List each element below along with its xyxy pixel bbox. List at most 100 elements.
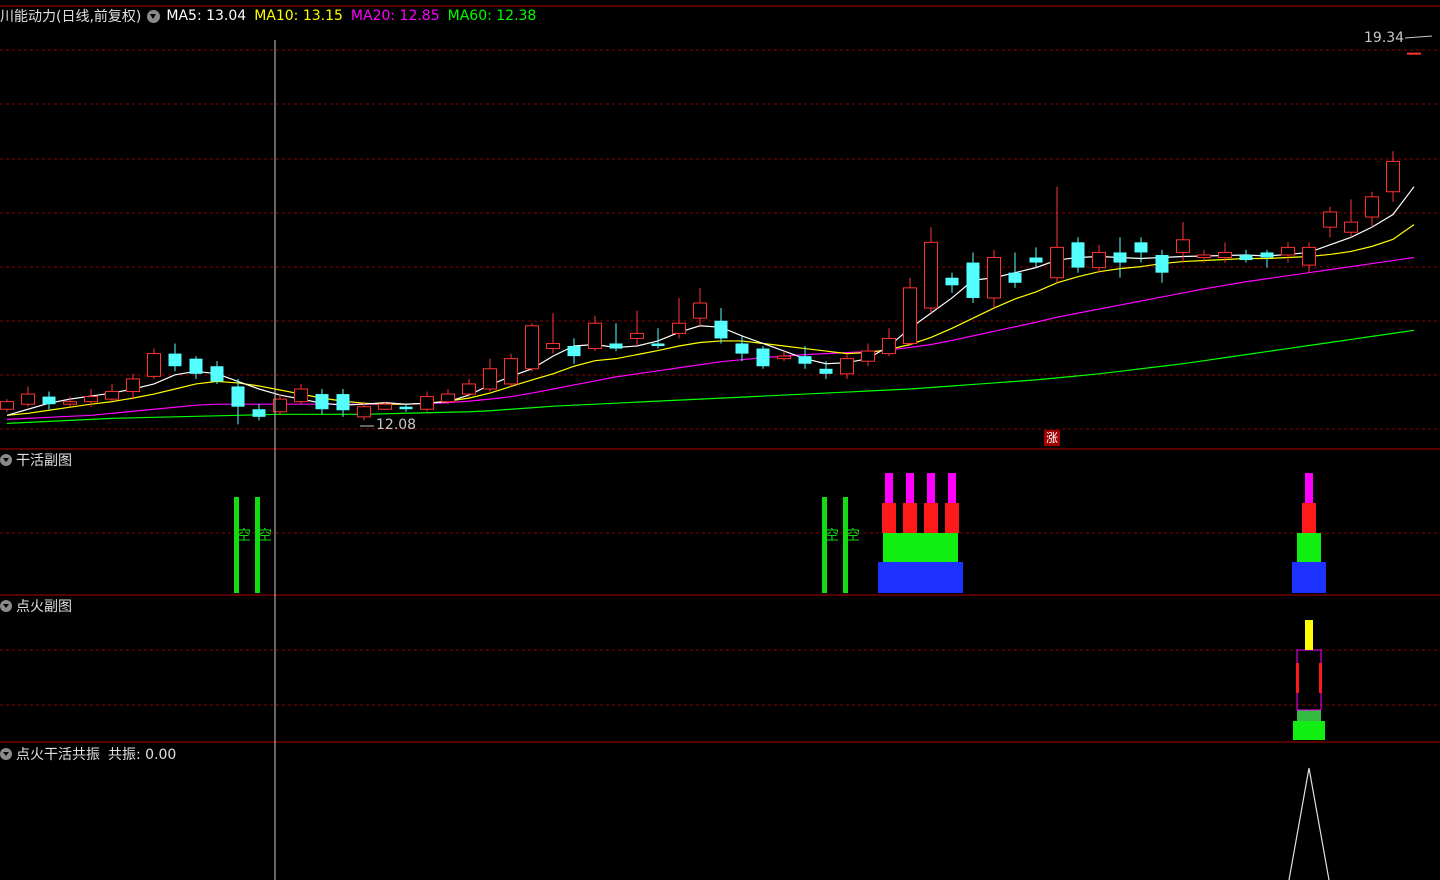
candle-body xyxy=(861,350,875,362)
stack-green xyxy=(883,533,958,562)
dropdown-icon[interactable] xyxy=(0,454,12,466)
candle-body xyxy=(1281,246,1295,256)
candle-body xyxy=(1344,221,1358,233)
candle-body xyxy=(231,386,245,407)
candle-body xyxy=(462,383,476,395)
candle-body xyxy=(1197,254,1211,258)
ignite-yellow xyxy=(1305,620,1313,650)
stock-name: 川能动力(日线,前复权) xyxy=(0,9,142,25)
stack-magenta xyxy=(948,473,956,503)
candle-body xyxy=(294,388,308,403)
ma20-label: MA20: 12.85 xyxy=(350,8,440,24)
green-bar-label: 空 xyxy=(237,528,251,544)
ignite-outline xyxy=(1296,649,1322,711)
candle-body xyxy=(714,320,728,339)
ignite-red-right xyxy=(1319,663,1322,693)
stack-blue xyxy=(878,562,963,593)
resonance-spike xyxy=(1288,767,1330,880)
candle-body xyxy=(420,396,434,410)
dropdown-icon[interactable] xyxy=(147,9,161,23)
candle-body xyxy=(1260,252,1274,258)
zhang-badge: 涨 xyxy=(1044,430,1060,446)
candle-body xyxy=(252,409,266,417)
candle-body xyxy=(147,353,161,377)
candle-body xyxy=(987,256,1001,299)
panel-title-dianhuo[interactable]: 点火副图 xyxy=(0,596,72,616)
green-bar-label: 空 xyxy=(846,528,860,544)
candle-body xyxy=(903,287,917,344)
candle-body xyxy=(42,396,56,405)
candle-body xyxy=(819,368,833,374)
main-header: 川能动力(日线,前复权) MA5: 13.04 MA10: 13.15 MA20… xyxy=(0,6,536,26)
candle-body xyxy=(21,393,35,405)
ignite-green xyxy=(1293,721,1325,740)
candle-body xyxy=(1218,251,1232,258)
candle-body xyxy=(1092,251,1106,269)
stack-magenta xyxy=(906,473,914,503)
candle-body xyxy=(798,356,812,364)
candle-body xyxy=(1134,242,1148,253)
candle-body xyxy=(1155,254,1169,273)
candle-body xyxy=(0,401,14,410)
candle-body xyxy=(399,406,413,410)
stack-magenta xyxy=(885,473,893,503)
candle-body xyxy=(126,378,140,393)
candle-body xyxy=(525,325,539,370)
stack-red xyxy=(903,503,917,533)
candle-body xyxy=(1407,52,1421,55)
gongzhen-value: 共振: 0.00 xyxy=(108,747,177,763)
candle-body xyxy=(966,262,980,298)
candle-body xyxy=(672,322,686,334)
candle-body xyxy=(315,394,329,410)
stack-magenta xyxy=(1305,473,1313,503)
stack-red xyxy=(1302,503,1316,533)
ma5-label: MA5: 13.04 xyxy=(166,8,247,24)
stack-red xyxy=(882,503,896,533)
dropdown-icon[interactable] xyxy=(0,748,12,760)
candle-body xyxy=(1113,252,1127,263)
candle-body xyxy=(483,368,497,390)
candle-body xyxy=(357,406,371,418)
ignite-green2 xyxy=(1297,710,1321,721)
candle-body xyxy=(1008,272,1022,283)
candle-body xyxy=(168,353,182,367)
dropdown-icon[interactable] xyxy=(0,600,12,612)
candle-body xyxy=(1029,257,1043,263)
candle-body xyxy=(630,332,644,339)
candle-body xyxy=(1365,196,1379,218)
candle-body xyxy=(84,396,98,403)
panel-title-gongzhen[interactable]: 点火干活共振 共振: 0.00 xyxy=(0,744,176,764)
candle-body xyxy=(210,366,224,382)
candle-body xyxy=(1071,242,1085,268)
high-arrow xyxy=(1404,35,1433,39)
candle-body xyxy=(546,342,560,350)
green-bar xyxy=(255,497,260,593)
candle-body xyxy=(735,343,749,354)
candle-body xyxy=(588,322,602,350)
candle-body xyxy=(567,346,581,357)
stack-red xyxy=(945,503,959,533)
candle-body xyxy=(1176,239,1190,253)
candle-body xyxy=(924,241,938,309)
candle-body xyxy=(651,343,665,347)
candle-body xyxy=(1386,160,1400,193)
stack-red xyxy=(924,503,938,533)
panel-title-ganhuo[interactable]: 干活副图 xyxy=(0,450,72,470)
ma10-line xyxy=(6,224,1415,416)
stock-chart: 空空空空 xyxy=(0,5,1440,880)
ignite-red-left xyxy=(1296,663,1299,693)
candle-body xyxy=(777,355,791,360)
candle-body xyxy=(504,358,518,385)
candle-body xyxy=(63,401,77,405)
green-bar xyxy=(234,497,239,593)
stack-magenta xyxy=(927,473,935,503)
high-price-label: 19.34 xyxy=(1364,30,1405,46)
candle-body xyxy=(105,391,119,400)
candle-body xyxy=(189,358,203,374)
green-bar xyxy=(822,497,827,593)
ma20-line xyxy=(6,256,1415,420)
candles xyxy=(0,35,1433,427)
candle-body xyxy=(1323,211,1337,228)
stack-green xyxy=(1297,533,1321,562)
candle-body xyxy=(756,348,770,367)
